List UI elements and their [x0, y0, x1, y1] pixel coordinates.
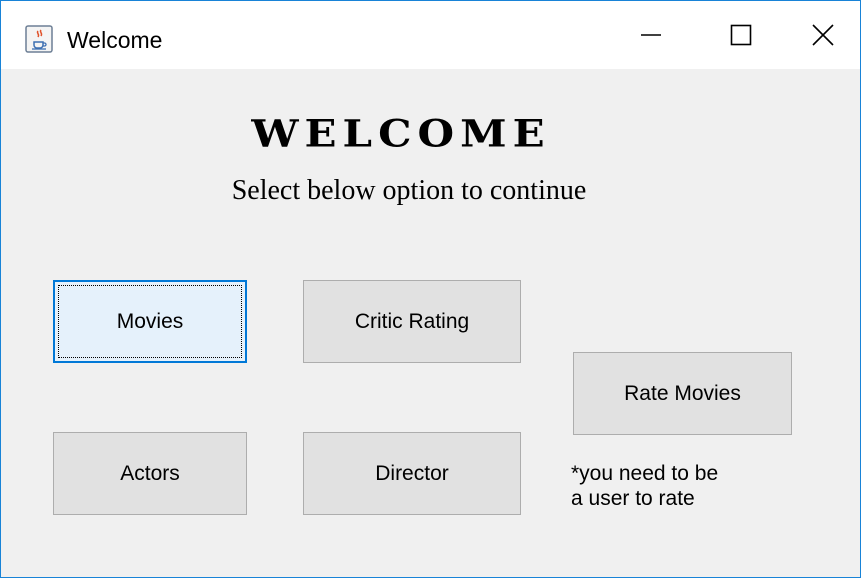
subtitle-text: Select below option to continue: [231, 175, 587, 206]
window-title: Welcome: [67, 27, 163, 53]
java-cup-icon: [25, 25, 53, 53]
actors-button[interactable]: Actors: [53, 432, 247, 515]
director-button[interactable]: Director: [303, 432, 521, 515]
rate-note-line-1: *you need to be: [571, 462, 719, 485]
minimize-icon: [640, 24, 662, 46]
movies-button[interactable]: Movies: [53, 280, 247, 363]
welcome-window: Welcome WELCOME Select below option to c…: [0, 0, 861, 578]
movies-button-label: Movies: [116, 309, 184, 333]
minimize-button[interactable]: [606, 1, 696, 69]
rate-movies-button-label: Rate Movies: [624, 381, 741, 405]
close-icon: [812, 24, 834, 46]
rate-note-line-2: a user to rate: [571, 487, 695, 510]
critic-rating-button-label: Critic Rating: [354, 309, 470, 333]
maximize-button[interactable]: [696, 1, 786, 69]
director-button-label: Director: [375, 461, 449, 485]
actors-button-label: Actors: [120, 461, 180, 485]
welcome-heading: WELCOME: [251, 111, 551, 156]
close-button[interactable]: [786, 1, 860, 69]
critic-rating-button[interactable]: Critic Rating: [303, 280, 521, 363]
rate-note: *you need to be a user to rate: [571, 461, 811, 511]
title-bar[interactable]: Welcome: [1, 1, 860, 69]
maximize-icon: [730, 24, 752, 46]
rate-movies-button[interactable]: Rate Movies: [573, 352, 792, 435]
content-pane: WELCOME Select below option to continue …: [1, 69, 860, 577]
